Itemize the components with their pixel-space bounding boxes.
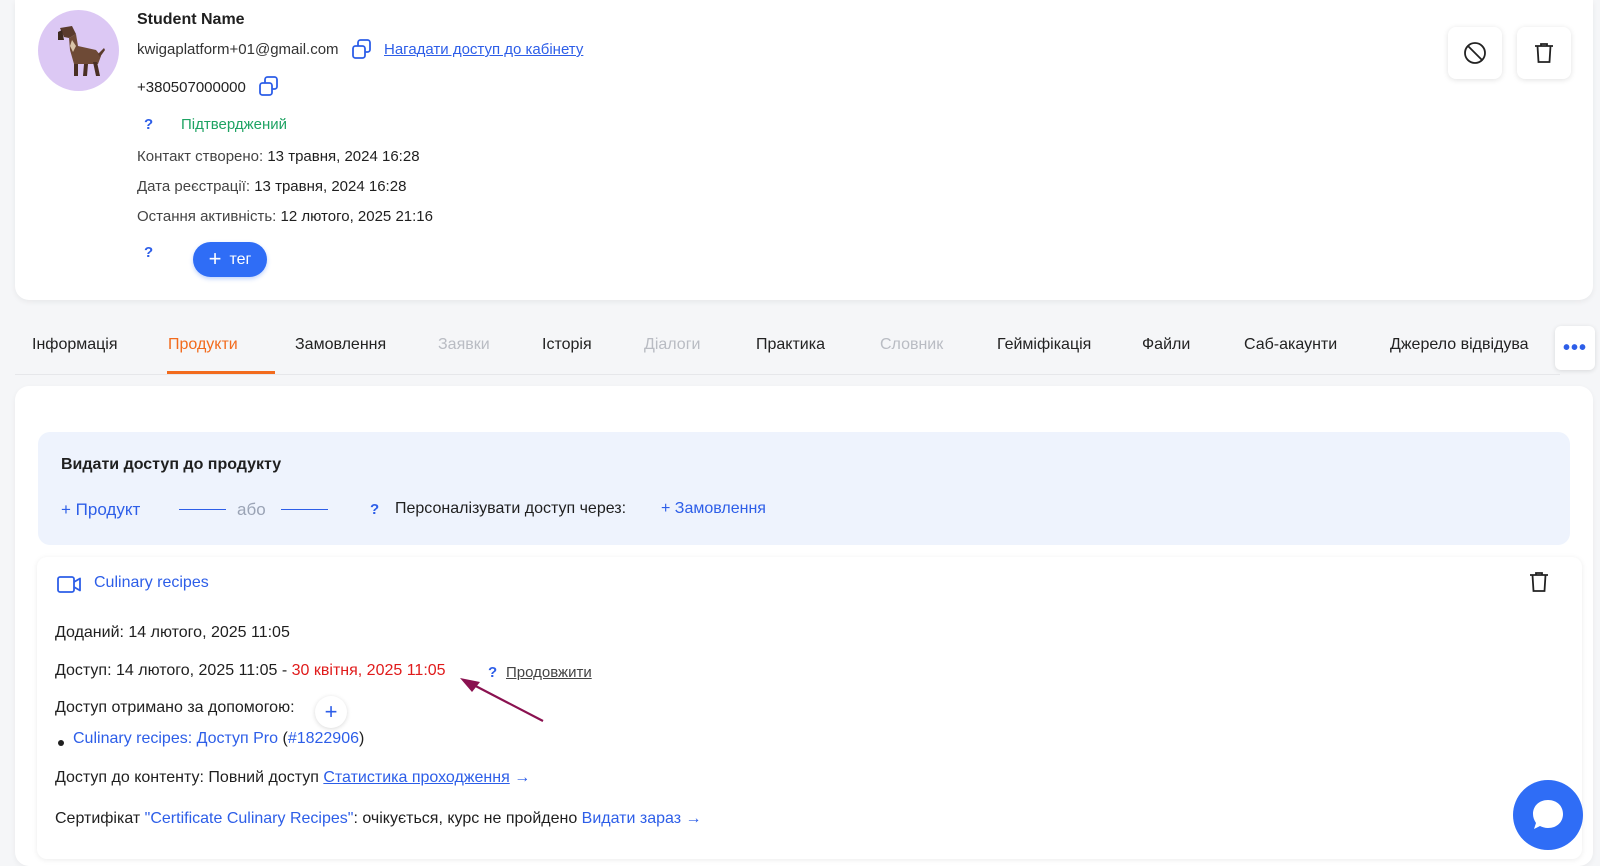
tab-products[interactable]: Продукти xyxy=(168,336,238,354)
tab-orders[interactable]: Замовлення xyxy=(295,336,386,354)
contact-created: Контакт створено: 13 травня, 2024 16:28 xyxy=(137,148,420,165)
access-plan-link[interactable]: Culinary recipes: Доступ Pro xyxy=(73,730,278,747)
add-access-source-button[interactable]: + xyxy=(315,696,347,728)
arrow-right-icon: → xyxy=(514,769,531,786)
registration-date: Дата реєстрації: 13 травня, 2024 16:28 xyxy=(137,178,407,195)
add-tag-button[interactable]: + тег xyxy=(193,242,267,277)
product-added-date: Доданий: 14 лютого, 2025 11:05 xyxy=(55,624,290,641)
student-name: Student Name xyxy=(137,11,245,28)
tab-requests: Заявки xyxy=(438,336,490,353)
remind-access-link[interactable]: Нагадати доступ до кабінету xyxy=(384,41,583,58)
add-order-link[interactable]: + Замовлення xyxy=(661,500,766,518)
student-email: kwigaplatform+01@gmail.com xyxy=(137,41,339,58)
plus-icon: + xyxy=(324,699,338,724)
avatar xyxy=(38,10,119,91)
arrow-right-icon: → xyxy=(685,810,702,827)
tab-dictionary: Словник xyxy=(880,336,944,353)
last-activity: Остання активність: 12 лютого, 2025 21:1… xyxy=(137,208,433,225)
access-period: Доступ: 14 лютого, 2025 11:05 - 30 квітн… xyxy=(55,662,446,679)
tab-gamification[interactable]: Гейміфікація xyxy=(997,336,1091,354)
tab-information[interactable]: Інформація xyxy=(32,336,118,354)
or-label: або xyxy=(237,500,266,519)
copy-phone-icon[interactable] xyxy=(258,75,280,97)
status-help-icon[interactable]: ? xyxy=(144,116,153,133)
access-expiry-date: 30 квітня, 2025 11:05 xyxy=(291,662,446,679)
grant-access-title: Видати доступ до продукту xyxy=(61,456,282,473)
tag-help-icon[interactable]: ? xyxy=(144,244,153,261)
trash-icon xyxy=(1535,43,1553,63)
more-tabs-button[interactable]: ••• xyxy=(1555,326,1595,370)
delete-product-icon[interactable] xyxy=(1527,570,1551,594)
copy-email-icon[interactable] xyxy=(351,38,373,60)
received-via-label: Доступ отримано за допомогою: xyxy=(55,699,295,716)
chat-widget-button[interactable] xyxy=(1513,780,1583,850)
tab-dialogs: Діалоги xyxy=(644,336,701,353)
certificate-line: Сертифікат "Certificate Culinary Recipes… xyxy=(55,810,702,827)
issue-certificate-link[interactable]: Видати зараз xyxy=(582,810,681,827)
add-product-link[interactable]: + Продукт xyxy=(61,500,140,520)
student-phone: +380507000000 xyxy=(137,79,246,96)
certificate-link[interactable]: "Certificate Culinary Recipes" xyxy=(145,810,354,827)
content-access: Доступ до контенту: Повний доступ Статис… xyxy=(55,769,531,786)
tab-subaccounts[interactable]: Саб-акаунти xyxy=(1244,336,1337,354)
tab-files[interactable]: Файли xyxy=(1142,336,1190,354)
tab-practice[interactable]: Практика xyxy=(756,336,825,354)
tab-traffic-source[interactable]: Джерело відвідува xyxy=(1390,336,1529,354)
tab-bar: Інформація Продукти Замовлення Заявки Іс… xyxy=(15,322,1560,375)
or-divider-left xyxy=(179,509,226,510)
access-source-item: Culinary recipes: Доступ Pro (#1822906) xyxy=(73,730,365,747)
active-tab-indicator xyxy=(167,371,275,374)
personalize-help-icon[interactable]: ? xyxy=(370,501,379,518)
block-icon xyxy=(1464,42,1486,64)
list-bullet xyxy=(58,740,64,746)
block-user-button[interactable] xyxy=(1448,27,1502,79)
chat-bubble-icon xyxy=(1533,800,1563,829)
progress-stats-link[interactable]: Статистика проходження xyxy=(323,769,509,786)
personalize-label: Персоналізувати доступ через: xyxy=(395,500,627,517)
tab-history[interactable]: Історія xyxy=(542,336,592,354)
grant-access-box xyxy=(38,432,1570,545)
or-divider-right xyxy=(281,509,328,510)
order-number-link[interactable]: #1822906 xyxy=(288,730,359,747)
video-course-icon xyxy=(57,576,81,593)
status-badge: Підтверджений xyxy=(181,116,288,133)
product-title-link[interactable]: Culinary recipes xyxy=(94,574,209,592)
annotation-arrow-icon xyxy=(460,678,544,722)
delete-user-button[interactable] xyxy=(1517,27,1571,79)
plus-icon: + xyxy=(208,245,222,271)
dog-avatar-icon xyxy=(58,26,105,76)
